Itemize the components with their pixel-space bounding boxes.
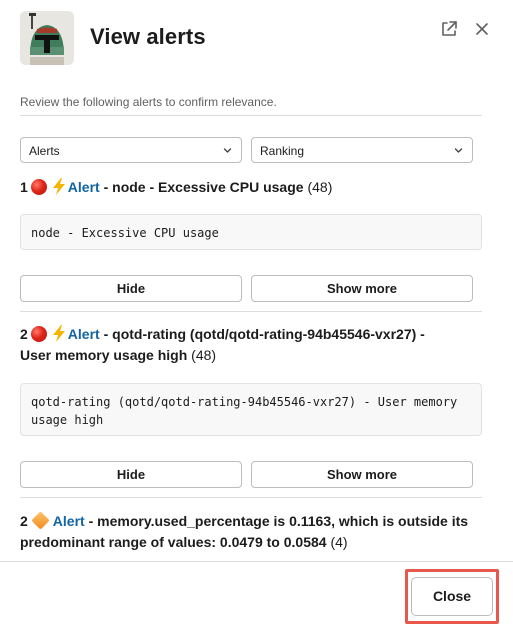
- alert-text-line1: - memory.used_percentage is 0.1163, whic…: [84, 513, 469, 529]
- alert-text-line2: predominant range of values: 0.0479 to 0…: [20, 534, 327, 550]
- modal-header: View alerts: [0, 0, 513, 80]
- divider: [20, 311, 482, 312]
- open-in-new-window-icon[interactable]: [440, 20, 458, 38]
- alert-text-line1: - qotd-rating (qotd/qotd-rating-94b45546…: [99, 326, 425, 342]
- alert-text: - node - Excessive CPU usage: [99, 179, 304, 195]
- hide-button[interactable]: Hide: [20, 461, 242, 488]
- show-more-button[interactable]: Show more: [251, 275, 473, 302]
- alert-detail-line1: qotd-rating (qotd/qotd-rating-94b45546-v…: [31, 395, 458, 409]
- alert-item-title: 1 Alert - node - Excessive CPU usage (48): [20, 177, 486, 198]
- red-circle-icon: [30, 326, 47, 342]
- alert-detail-line2: usage high: [31, 413, 104, 427]
- app-avatar: [20, 11, 74, 65]
- alert-count: (4): [330, 534, 348, 550]
- sort-select[interactable]: Ranking: [251, 137, 473, 163]
- lightning-bolt-icon: [52, 325, 65, 342]
- chevron-down-icon: [223, 148, 232, 153]
- footer-divider: [0, 561, 513, 562]
- modal-title: View alerts: [90, 24, 206, 49]
- show-more-button[interactable]: Show more: [251, 461, 473, 488]
- divider: [20, 115, 482, 116]
- chevron-down-icon: [454, 148, 463, 153]
- alert-type-select[interactable]: Alerts: [20, 137, 242, 163]
- lightning-bolt-icon: [52, 178, 65, 195]
- sort-select-value: Ranking: [260, 144, 305, 158]
- alert-detail-box: qotd-rating (qotd/qotd-rating-94b45546-v…: [20, 383, 482, 436]
- alert-number: 2: [20, 513, 28, 529]
- hide-button[interactable]: Hide: [20, 275, 242, 302]
- modal-subtitle: Review the following alerts to confirm r…: [20, 95, 277, 109]
- alert-detail-text: node - Excessive CPU usage: [31, 226, 219, 240]
- alert-item-title: 2 Alert - memory.used_percentage is 0.116…: [20, 511, 486, 553]
- alert-count: (48): [307, 179, 333, 195]
- alert-detail-box: node - Excessive CPU usage: [20, 214, 482, 250]
- orange-diamond-icon: [31, 511, 50, 530]
- red-circle-icon: [30, 179, 47, 195]
- alert-link[interactable]: Alert: [53, 513, 85, 529]
- divider: [20, 497, 482, 498]
- alert-type-select-value: Alerts: [29, 144, 60, 158]
- bounty-hunter-helmet-icon: [20, 11, 74, 65]
- alert-link[interactable]: Alert: [68, 326, 100, 342]
- alert-number: 1: [20, 179, 28, 195]
- close-icon[interactable]: [473, 20, 491, 38]
- alert-count: (48): [191, 347, 217, 363]
- alert-text-line2: User memory usage high: [20, 347, 188, 363]
- alert-link[interactable]: Alert: [68, 179, 100, 195]
- alert-item-title: 2 Alert - qotd-rating (qotd/qotd-rating-9…: [20, 324, 486, 366]
- alert-number: 2: [20, 326, 28, 342]
- close-button[interactable]: Close: [411, 577, 493, 616]
